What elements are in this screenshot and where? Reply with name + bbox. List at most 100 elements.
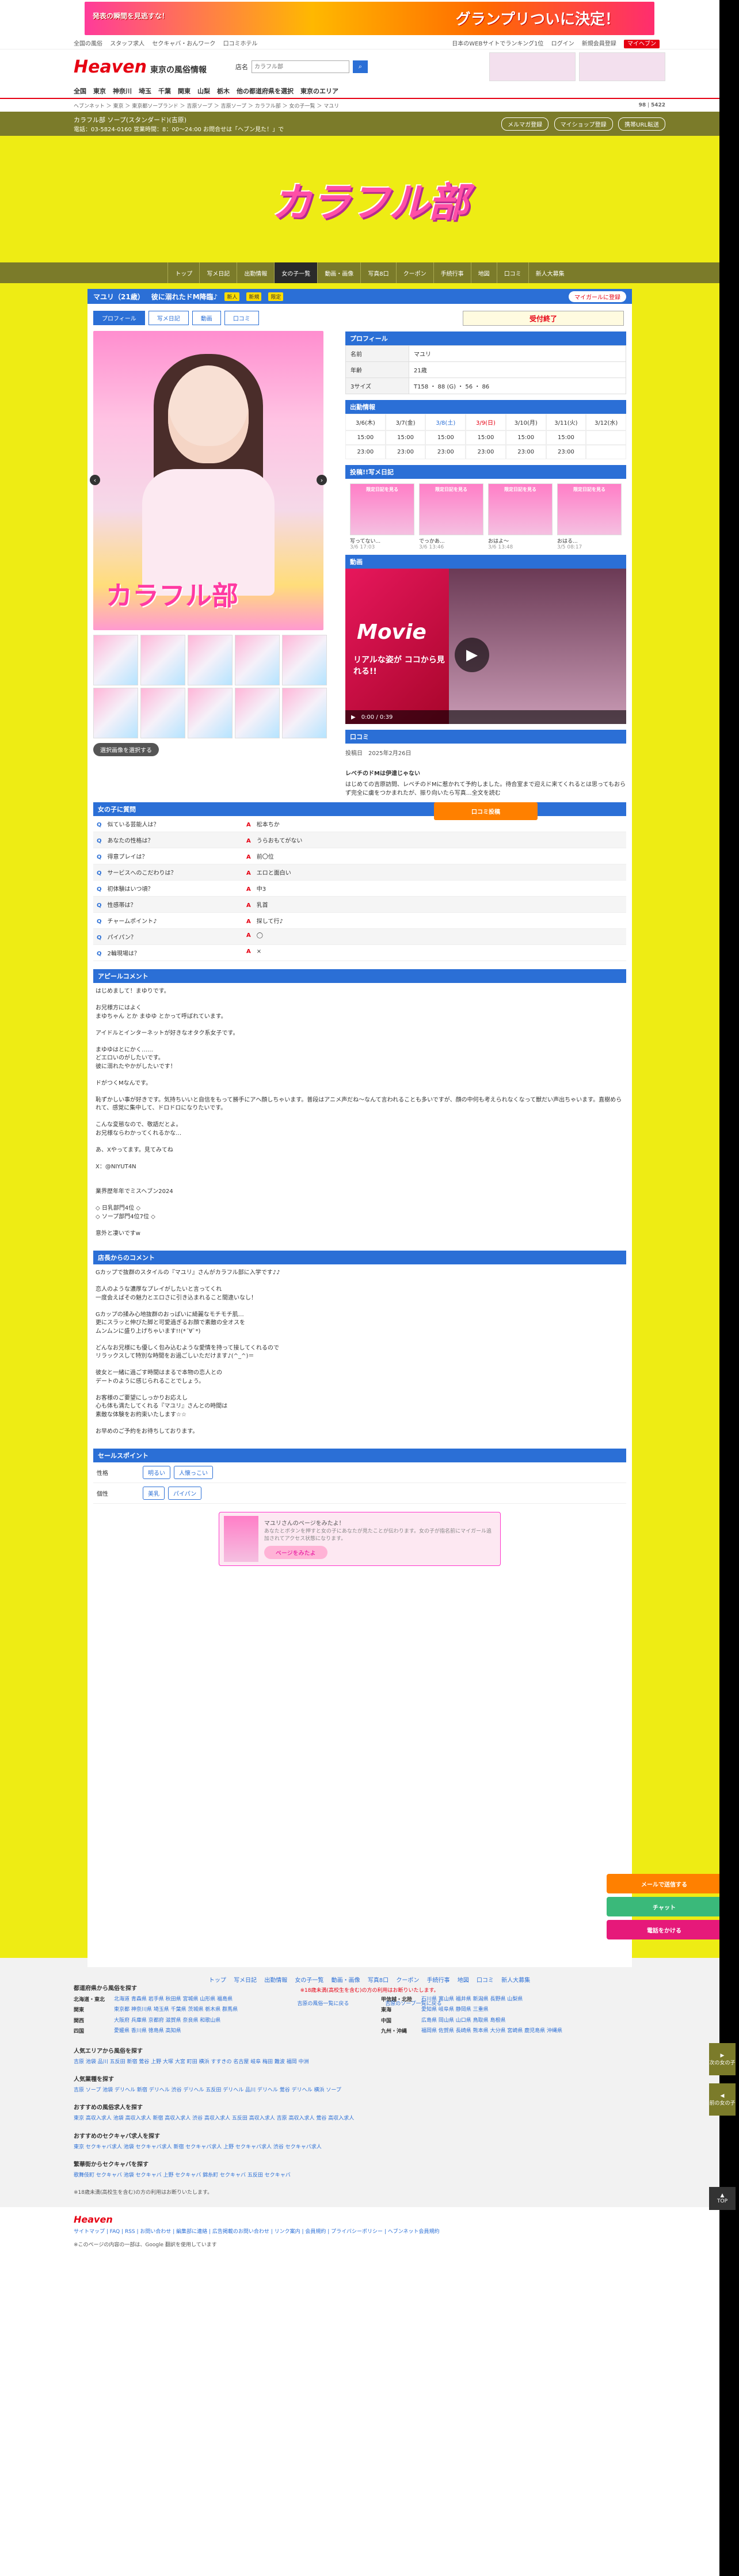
footer-logo[interactable]: Heaven [74,2214,665,2225]
gnav-item[interactable]: 東京 [93,86,106,96]
play-icon[interactable]: ▶ [455,638,489,672]
login-link[interactable]: ログイン [551,41,574,47]
gnav-item[interactable]: 全国 [74,86,86,96]
top-link[interactable]: 口コミホテル [223,41,258,47]
diary-image[interactable]: 限定日記を見る [557,483,622,535]
register-link[interactable]: 新規会員登録 [582,41,616,47]
top-link[interactable]: スタッフ求人 [110,41,144,47]
footer-link[interactable]: 写メ日記 [234,1977,257,1984]
shop-nav-item[interactable]: 出勤情報 [237,262,274,283]
footer-link[interactable]: クーポン [396,1977,419,1984]
banner-image[interactable]: 発表の瞬間を見逃すな！ グランプリついに決定！ [85,2,654,35]
back-link[interactable]: 吉原の風俗一覧に戻る [297,2001,349,2007]
shop-nav-item-active[interactable]: 女の子一覧 [274,262,318,283]
top-banner[interactable]: 発表の瞬間を見逃すな！ グランプリついに決定！ [0,0,739,37]
site-logo[interactable]: Heaven 東京の風俗情報 [74,57,207,77]
area-links[interactable]: 吉原 ソープ 池袋 デリヘル 新宿 デリヘル 渋谷 デリヘル 五反田 デリヘル … [74,2086,665,2094]
footer-link[interactable]: トップ [209,1977,226,1984]
photo-thumb[interactable] [188,688,233,738]
photo-thumb[interactable] [235,688,280,738]
footer-link[interactable]: 口コミ [477,1977,494,1984]
mygirl-button[interactable]: マイガールに登録 [569,291,626,302]
photo-thumb[interactable] [93,688,138,738]
shop-nav-item[interactable]: 手続行事 [433,262,471,283]
photo-thumb[interactable] [235,635,280,685]
top-link[interactable]: 全国の風俗 [74,41,102,47]
prev-girl-button[interactable]: ◀ 前の女の子 [709,2083,736,2116]
diary-image[interactable]: 限定日記を見る [350,483,414,535]
footer-link[interactable]: 動画・画像 [332,1977,360,1984]
myshop-button[interactable]: マイショップ登録 [554,117,613,131]
footer-link[interactable]: 手続行事 [427,1977,450,1984]
footer-links[interactable]: サイトマップ | FAQ | RSS | お問い合わせ | 編集部に連絡 | 広… [74,2227,665,2235]
footer-link[interactable]: 写真8口 [368,1977,388,1984]
gnav-item[interactable]: 神奈川 [113,86,132,96]
tab-video[interactable]: 動画 [192,311,221,325]
shop-logo[interactable]: カラフル部 [272,170,468,228]
diary-item[interactable]: 限定日記を見る おはよ～ 3/6 13:48 [488,483,553,550]
region-links[interactable]: 愛媛県 香川県 徳島県 高知県 [114,2027,181,2035]
gnav-item[interactable]: 他の都道府県を選択 [237,86,294,96]
footer-link[interactable]: 新人大募集 [501,1977,530,1984]
header-ad[interactable] [489,52,576,81]
video-player[interactable]: Movie リアルな姿が ココから見れる!! ▶ ▶ 0:00 / 0:39 [345,569,626,724]
diary-item[interactable]: 限定日記を見る 写ってない... 3/6 17:03 [350,483,414,550]
diary-image[interactable]: 限定日記を見る [488,483,553,535]
search-input[interactable] [251,60,349,73]
gnav-item[interactable]: 千葉 [158,86,171,96]
top-button[interactable]: ▲ TOP [709,2187,736,2210]
play-small-icon[interactable]: ▶ [351,714,356,721]
area-links[interactable]: 東京 セクキャバ求人 池袋 セクキャバ求人 新宿 セクキャバ求人 上野 セクキャ… [74,2143,665,2151]
myheaven-button[interactable]: マイヘブン [624,40,660,48]
girl-photo[interactable]: カラフル部 ‹ › [90,331,327,630]
gnav-item[interactable]: 関東 [178,86,191,96]
tab-review[interactable]: 口コミ [224,311,259,325]
chevron-left-icon[interactable]: ‹ [90,475,100,485]
footer-link[interactable]: 女の子一覧 [295,1977,323,1984]
gnav-item[interactable]: 山梨 [197,86,210,96]
footer-link[interactable]: 出勤情報 [264,1977,287,1984]
shop-nav-item[interactable]: 新人大募集 [528,262,572,283]
shop-nav-item[interactable]: トップ [167,262,199,283]
mail-button[interactable]: メールで送信する [607,1874,722,1893]
area-links[interactable]: 吉原 池袋 品川 五反田 新宿 鶯谷 上野 大塚 大宮 町田 横浜 すすきの 名… [74,2058,665,2066]
diary-image[interactable]: 限定日記を見る [419,483,483,535]
photo-thumb[interactable] [282,688,327,738]
tab-profile[interactable]: プロフィール [93,311,145,325]
mobile-url-button[interactable]: 携帯URL転送 [618,117,665,131]
breadcrumb-path[interactable]: ヘブンネット ＞ 東京 ＞ 東京都ソープランド ＞ 吉原ソープ ＞ 吉原ソープ … [74,102,339,109]
header-ad[interactable] [579,52,665,81]
diary-item[interactable]: 限定日記を見る でっかあ... 3/6 13:46 [419,483,483,550]
thumb-hint[interactable]: 選択画像を選択する [93,743,159,756]
footer-link[interactable]: 地図 [458,1977,469,1984]
shop-nav-item[interactable]: 動画・画像 [317,262,360,283]
photo-thumb[interactable] [93,635,138,685]
area-links[interactable]: 東京 高収入求人 池袋 高収入求人 新宿 高収入求人 渋谷 高収入求人 五反田 … [74,2114,665,2122]
diary-item[interactable]: 限定日記を見る おはる... 3/5 08:17 [557,483,622,550]
search-icon[interactable]: ⌕ [352,60,368,73]
shop-nav-item[interactable]: 写真8口 [360,262,395,283]
back-link[interactable]: 吉原のソープ一覧に戻る [385,2001,441,2007]
region-links[interactable]: 福岡県 佐賀県 長崎県 熊本県 大分県 宮崎県 鹿児島県 沖縄県 [421,2027,562,2035]
gnav-item[interactable]: 埼玉 [139,86,151,96]
gnav-item[interactable]: 栃木 [217,86,230,96]
video-controls[interactable]: ▶ 0:00 / 0:39 [345,710,626,724]
photo-thumb[interactable] [282,635,327,685]
chat-button[interactable]: チャット [607,1897,722,1916]
mita-button[interactable]: ページをみたよ [264,1545,327,1559]
chevron-right-icon[interactable]: › [317,475,327,485]
review-post-button[interactable]: 口コミ投稿 [434,802,538,820]
call-button[interactable]: 電話をかける [607,1920,722,1939]
shop-nav-item[interactable]: 写メ日記 [199,262,237,283]
tab-diary[interactable]: 写メ日記 [148,311,189,325]
photo-thumb[interactable] [140,635,185,685]
shop-nav-item[interactable]: クーポン [395,262,433,283]
photo-thumb[interactable] [140,688,185,738]
shop-nav-item[interactable]: 口コミ [496,262,528,283]
mailmag-button[interactable]: メルマガ登録 [501,117,549,131]
top-link[interactable]: セクキャバ・おんワーク [152,41,215,47]
gnav-item[interactable]: 東京のエリア [300,86,338,96]
photo-thumb[interactable] [188,635,233,685]
next-girl-button[interactable]: ▶ 次の女の子 [709,2043,736,2075]
area-links[interactable]: 歌舞伎町 セクキャバ 池袋 セクキャバ 上野 セクキャバ 錦糸町 セクキャバ 五… [74,2171,665,2179]
